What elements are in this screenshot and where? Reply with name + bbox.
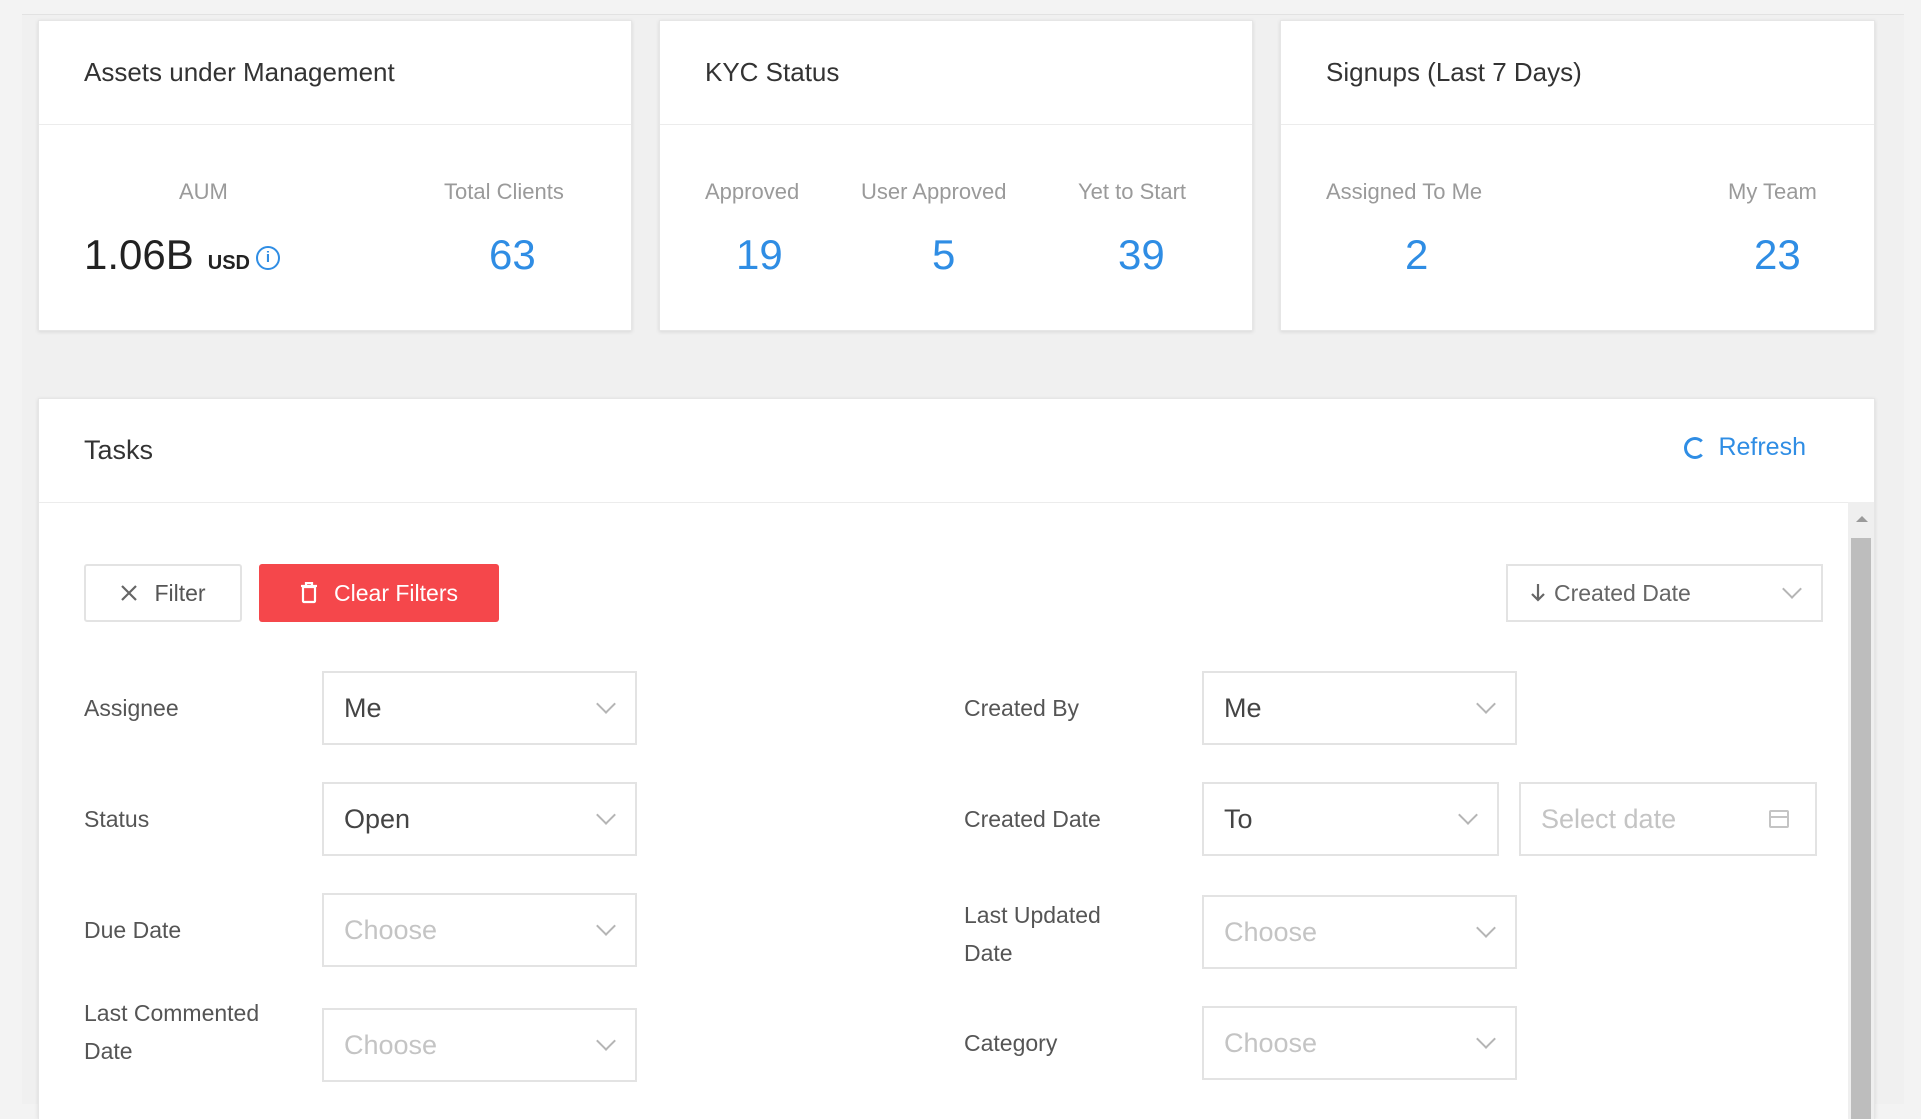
scroll-up-icon[interactable] (1856, 516, 1868, 522)
clear-filters-button[interactable]: Clear Filters (259, 564, 499, 622)
sort-select[interactable]: Created Date (1506, 564, 1823, 622)
last-updated-label-line2: Date (964, 940, 1013, 966)
last-commented-label-line1: Last Commented (84, 1000, 260, 1026)
created-by-label: Created By (964, 695, 1080, 721)
aum-card: Assets under Management AUM 1.06B USD i To… (38, 20, 632, 331)
info-icon[interactable]: i (256, 245, 280, 270)
dashboard: Assets under Management AUM 1.06B USD i To… (22, 14, 1904, 1119)
last-commented-select[interactable]: Choose (322, 1008, 637, 1082)
last-commented-placeholder: Choose (344, 1029, 438, 1060)
sort-label: Created Date (1554, 579, 1691, 606)
refresh-icon (1684, 436, 1707, 459)
last-updated-label: Last Updated Date (964, 896, 1101, 972)
created-by-value: Me (1224, 692, 1262, 723)
aum-card-title: Assets under Management (39, 21, 631, 125)
created-date-select[interactable]: To (1202, 782, 1499, 856)
close-icon (121, 585, 138, 601)
tasks-panel: Tasks Refresh Filter Clear Filters Creat… (38, 398, 1875, 1119)
chevron-down-icon (1476, 1029, 1496, 1049)
chevron-down-icon (1458, 805, 1478, 825)
due-date-select[interactable]: Choose (322, 893, 637, 967)
aum-currency: USD (207, 252, 250, 274)
last-updated-placeholder: Choose (1224, 916, 1318, 947)
status-value: Open (344, 803, 411, 834)
aum-value: 1.06B (84, 231, 194, 278)
category-select[interactable]: Choose (1202, 1006, 1517, 1080)
my-team-value[interactable]: 23 (1754, 231, 1801, 279)
refresh-button[interactable]: Refresh (1684, 433, 1806, 462)
filter-button[interactable]: Filter (84, 564, 242, 622)
user-approved-label: User Approved (861, 179, 1007, 204)
filter-label: Filter (154, 579, 206, 606)
clear-filters-label: Clear Filters (334, 579, 458, 606)
chevron-down-icon (1476, 694, 1496, 714)
total-clients-value[interactable]: 63 (489, 231, 536, 279)
chevron-down-icon (1476, 918, 1496, 938)
yet-to-start-value[interactable]: 39 (1118, 231, 1165, 279)
refresh-label: Refresh (1718, 433, 1806, 461)
assigned-to-me-value[interactable]: 2 (1405, 231, 1428, 279)
chevron-down-icon (596, 1031, 616, 1051)
kyc-card: KYC Status Approved 19 User Approved 5 Y… (659, 20, 1253, 331)
created-date-placeholder: Select date (1541, 803, 1677, 834)
approved-value[interactable]: 19 (736, 231, 783, 279)
category-label: Category (964, 1030, 1058, 1056)
created-date-value: To (1224, 803, 1253, 834)
calendar-icon (1769, 810, 1789, 828)
yet-to-start-label: Yet to Start (1078, 179, 1187, 204)
due-date-label: Due Date (84, 917, 182, 943)
kyc-card-title: KYC Status (660, 21, 1252, 125)
status-label: Status (84, 806, 150, 832)
created-date-label: Created Date (964, 806, 1101, 832)
assigned-to-me-label: Assigned To Me (1326, 179, 1483, 204)
assignee-value: Me (344, 692, 382, 723)
created-date-picker[interactable]: Select date (1519, 782, 1817, 856)
total-clients-label: Total Clients (444, 179, 564, 204)
arrow-down-icon (1531, 584, 1545, 602)
last-commented-label-line2: Date (84, 1038, 133, 1064)
chevron-down-icon (596, 805, 616, 825)
due-date-placeholder: Choose (344, 914, 438, 945)
user-approved-value[interactable]: 5 (932, 231, 955, 279)
assignee-label: Assignee (84, 695, 179, 721)
signups-card: Signups (Last 7 Days) Assigned To Me 2 M… (1280, 20, 1875, 331)
trash-icon (301, 582, 318, 604)
last-updated-select[interactable]: Choose (1202, 895, 1517, 969)
approved-label: Approved (705, 179, 800, 204)
tasks-title: Tasks (39, 399, 1874, 503)
my-team-label: My Team (1728, 179, 1817, 204)
chevron-down-icon (596, 694, 616, 714)
chevron-down-icon (1782, 579, 1802, 599)
scroll-thumb[interactable] (1851, 538, 1871, 1119)
signups-card-title: Signups (Last 7 Days) (1281, 21, 1874, 125)
category-placeholder: Choose (1224, 1027, 1318, 1058)
created-by-select[interactable]: Me (1202, 671, 1517, 745)
chevron-down-icon (596, 916, 616, 936)
assignee-select[interactable]: Me (322, 671, 637, 745)
status-select[interactable]: Open (322, 782, 637, 856)
aum-label: AUM (179, 179, 228, 204)
last-updated-label-line1: Last Updated (964, 902, 1101, 928)
scrollbar[interactable] (1848, 502, 1874, 1119)
last-commented-label: Last Commented Date (84, 994, 259, 1070)
aum-value-row: 1.06B USD i (84, 231, 280, 279)
